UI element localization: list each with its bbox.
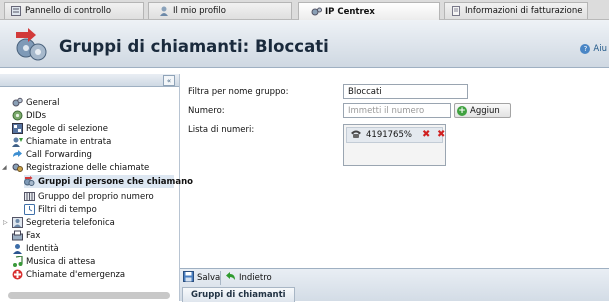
help-label: Aiu xyxy=(593,44,607,54)
gears-icon xyxy=(12,97,23,108)
sidebar-item-music-on-hold[interactable]: Musica di attesa xyxy=(12,255,95,268)
gears-icon xyxy=(311,7,322,17)
save-button[interactable]: Salva xyxy=(183,271,220,285)
tab-label: Il mio profilo xyxy=(173,6,226,16)
tab-billing[interactable]: Informazioni di fatturazione xyxy=(444,2,588,19)
billing-icon xyxy=(451,6,461,16)
phone-number: 4191765% xyxy=(366,130,412,140)
expand-arrow-icon[interactable]: ◢ xyxy=(2,164,7,171)
add-button-label: Aggiun xyxy=(470,105,500,116)
dids-icon xyxy=(12,110,23,121)
phone-icon xyxy=(350,129,362,142)
collapsed-arrow-icon[interactable]: ▷ xyxy=(3,219,8,226)
back-arrow-icon xyxy=(225,271,236,285)
group-name-filter-input[interactable]: Bloccati xyxy=(343,84,468,99)
sidebar-item-caller-groups[interactable]: Gruppi di persone che chiamano xyxy=(24,175,193,188)
number-group-icon xyxy=(24,191,35,202)
incoming-calls-icon xyxy=(12,136,23,147)
sidebar-item-voicemail[interactable]: Segreteria telefonica xyxy=(12,216,115,229)
sidebar-item-rules[interactable]: Regole di selezione xyxy=(12,122,108,135)
identity-icon xyxy=(12,243,23,254)
tab-my-profile[interactable]: Il mio profilo xyxy=(148,2,292,19)
time-filter-icon xyxy=(24,204,35,215)
add-number-button[interactable]: + Aggiun xyxy=(454,103,511,118)
sidebar-item-call-recording[interactable]: Registrazione delle chiamate xyxy=(12,161,149,174)
number-list-label: Lista di numeri: xyxy=(188,125,255,135)
voicemail-icon xyxy=(12,217,23,228)
sidebar-item-dids[interactable]: DIDs xyxy=(12,109,46,122)
sidebar-header: « xyxy=(0,74,179,87)
sidebar-item-emergency-calls[interactable]: Chiamate d'emergenza xyxy=(12,268,125,281)
page-header: Gruppi di chiamanti: Bloccati ? Aiu xyxy=(0,20,609,68)
sidebar-item-fax[interactable]: Fax xyxy=(12,229,40,242)
caller-groups-logo-icon xyxy=(12,26,52,64)
remove-number-icon[interactable]: ✖ xyxy=(437,129,445,140)
control-panel-icon xyxy=(11,6,21,16)
forward-icon xyxy=(12,149,23,160)
number-list: 4191765% ✖ ✖ xyxy=(343,124,446,166)
sidebar-item-call-forwarding[interactable]: Call Forwarding xyxy=(12,148,92,161)
rules-icon xyxy=(12,123,23,134)
help-button[interactable]: ? Aiu xyxy=(580,44,607,54)
back-button[interactable]: Indietro xyxy=(225,271,272,285)
sidebar-item-time-filters[interactable]: Filtri di tempo xyxy=(24,203,97,216)
number-input[interactable]: Immetti il numero xyxy=(343,103,451,118)
delete-number-icon[interactable]: ✖ xyxy=(422,129,430,140)
save-label: Salva xyxy=(197,273,221,283)
sidebar-item-identity[interactable]: Identità xyxy=(12,242,59,255)
sidebar-item-own-number-group[interactable]: Gruppo del proprio numero xyxy=(24,190,154,203)
sidebar-item-incoming-calls[interactable]: Chiamate in entrata xyxy=(12,135,111,148)
tab-label: IP Centrex xyxy=(325,6,375,17)
filter-label: Filtra per nome gruppo: xyxy=(188,87,289,97)
caller-groups-icon xyxy=(24,176,35,187)
tab-label: Pannello di controllo xyxy=(25,6,112,16)
sidebar: « General DIDs Regole di selezione Chiam… xyxy=(0,74,193,301)
sidebar-item-general[interactable]: General xyxy=(12,96,60,109)
help-icon: ? xyxy=(580,44,591,54)
sidebar-horizontal-scrollbar[interactable] xyxy=(8,292,170,299)
tab-label: Informazioni di fatturazione xyxy=(465,6,583,16)
footer-toolbar: Salva Indietro Gruppi di chiamanti xyxy=(180,268,609,302)
user-icon xyxy=(159,6,169,16)
top-tab-bar: Pannello di controllo Il mio profilo IP … xyxy=(0,0,609,20)
emergency-icon xyxy=(12,269,23,280)
collapse-sidebar-button[interactable]: « xyxy=(163,75,175,86)
fax-icon xyxy=(12,230,23,241)
tab-ip-centrex[interactable]: IP Centrex xyxy=(298,2,440,20)
tab-control-panel[interactable]: Pannello di controllo xyxy=(4,2,144,19)
page-title: Gruppi di chiamanti: Bloccati xyxy=(59,37,329,56)
tab-caller-groups[interactable]: Gruppi di chiamanti xyxy=(182,287,295,302)
music-icon xyxy=(12,255,23,267)
recording-icon xyxy=(12,162,23,173)
save-icon xyxy=(183,271,194,285)
toolbar-separator xyxy=(220,271,221,285)
back-label: Indietro xyxy=(239,273,272,283)
plus-icon: + xyxy=(457,105,467,116)
number-label: Numero: xyxy=(188,106,225,116)
